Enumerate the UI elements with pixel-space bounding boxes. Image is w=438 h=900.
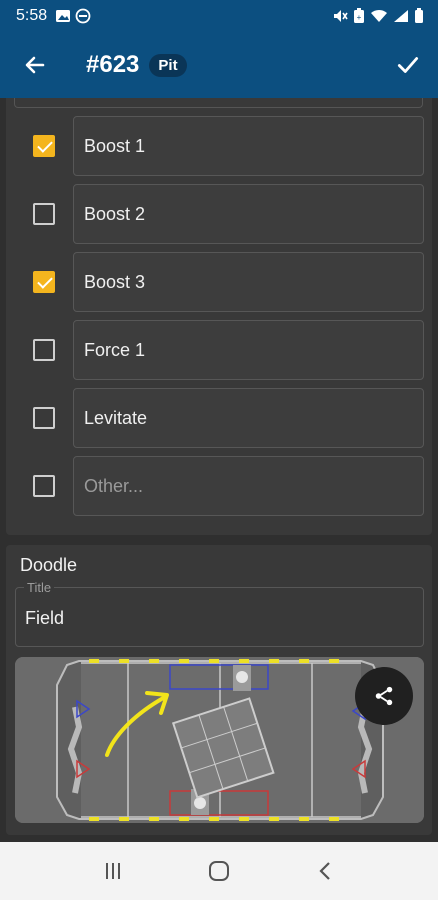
- svg-text:+: +: [357, 13, 362, 22]
- checklist-row: Boost 2: [6, 184, 432, 244]
- recent-apps-icon: [106, 863, 120, 879]
- other-placeholder: Other...: [84, 475, 144, 496]
- home-icon: [209, 861, 229, 881]
- checkbox[interactable]: [33, 135, 55, 157]
- doodle-title-field[interactable]: Title Field: [15, 580, 424, 647]
- previous-field: [14, 98, 423, 108]
- back-nav-button[interactable]: [295, 842, 355, 900]
- wifi-icon: [371, 9, 387, 22]
- option-label: Boost 3: [84, 271, 146, 292]
- checklist-row: Boost 1: [6, 116, 432, 176]
- option-label: Force 1: [84, 339, 146, 360]
- screen: 5:58 + #623 Pit Boost 1 Boost 2 Boost 3 …: [0, 0, 438, 900]
- status-bar: 5:58 +: [0, 0, 438, 32]
- share-icon: [375, 686, 393, 706]
- checkbox[interactable]: [33, 407, 55, 429]
- mute-icon: [334, 10, 348, 22]
- battery-icon: [415, 8, 423, 23]
- dnd-icon: [75, 8, 91, 24]
- option-field[interactable]: Boost 1: [73, 116, 424, 176]
- signal-icon: [394, 10, 408, 22]
- recent-apps-button[interactable]: [83, 842, 143, 900]
- checkbox[interactable]: [33, 203, 55, 225]
- system-nav-bar: [0, 842, 438, 900]
- save-button[interactable]: [378, 32, 438, 98]
- status-time: 5:58: [16, 7, 48, 24]
- back-button[interactable]: [0, 32, 70, 98]
- share-button[interactable]: [355, 667, 413, 725]
- gallery-icon: [56, 10, 71, 22]
- checklist-row: Boost 3: [6, 252, 432, 312]
- checklist-row-other: Other...: [6, 456, 432, 516]
- checklist-row: Levitate: [6, 388, 432, 448]
- check-icon: [397, 57, 419, 73]
- doodle-heading: Doodle: [20, 555, 78, 575]
- title-label: Title: [24, 580, 55, 595]
- checklist-card: Boost 1 Boost 2 Boost 3 Force 1 Levitate…: [6, 98, 432, 535]
- option-field[interactable]: Levitate: [73, 388, 424, 448]
- mode-badge: Pit: [149, 53, 187, 77]
- option-label: Levitate: [84, 407, 148, 428]
- home-button[interactable]: [189, 842, 249, 900]
- doodle-card: Doodle Title Field: [6, 545, 432, 835]
- option-label: Boost 1: [84, 135, 146, 156]
- option-field[interactable]: Force 1: [73, 320, 424, 380]
- checkbox[interactable]: [33, 475, 55, 497]
- title-value: Field: [25, 608, 65, 628]
- app-bar: #623 Pit: [0, 32, 438, 98]
- option-field[interactable]: Boost 2: [73, 184, 424, 244]
- option-field[interactable]: Boost 3: [73, 252, 424, 312]
- option-label: Boost 2: [84, 203, 146, 224]
- arrow-left-icon: [25, 56, 45, 74]
- battery-saver-icon: +: [354, 8, 364, 23]
- checkbox[interactable]: [33, 339, 55, 361]
- scroll-content[interactable]: Boost 1 Boost 2 Boost 3 Force 1 Levitate…: [0, 98, 438, 842]
- chevron-left-icon: [319, 862, 330, 880]
- other-input[interactable]: Other...: [73, 456, 424, 516]
- page-title: #623: [86, 51, 140, 78]
- checklist-row: Force 1: [6, 320, 432, 380]
- checkbox[interactable]: [33, 271, 55, 293]
